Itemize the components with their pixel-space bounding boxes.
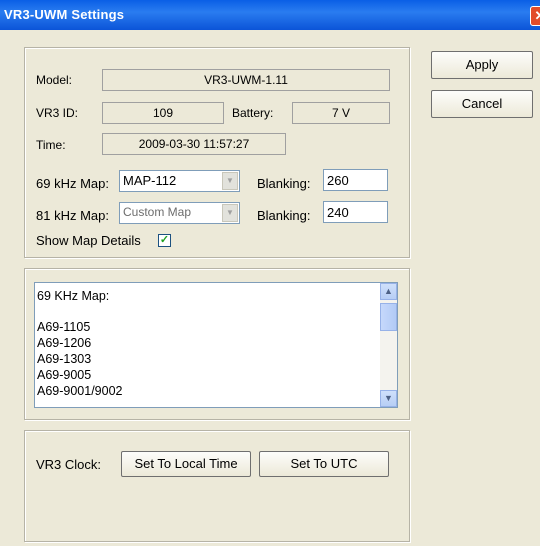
list-item: A69-1105 bbox=[37, 320, 91, 334]
show-map-details-checkbox[interactable]: ✓ bbox=[158, 234, 171, 247]
map-69-value: MAP-112 bbox=[123, 173, 177, 188]
close-icon[interactable]: ✕ bbox=[530, 6, 540, 26]
blanking-69-label: Blanking: bbox=[257, 176, 311, 191]
model-value: VR3-UWM-1.11 bbox=[102, 69, 390, 91]
map-81-label: 81 kHz Map: bbox=[36, 208, 109, 223]
blanking-81-input[interactable]: 240 bbox=[323, 201, 388, 223]
checkmark-icon: ✓ bbox=[159, 234, 170, 246]
chevron-down-icon[interactable]: ▼ bbox=[222, 172, 238, 190]
chevron-down-icon[interactable]: ▼ bbox=[222, 204, 238, 222]
set-to-local-time-button[interactable]: Set To Local Time bbox=[121, 451, 251, 477]
vr3-id-value: 109 bbox=[102, 102, 224, 124]
time-value: 2009-03-30 11:57:27 bbox=[102, 133, 286, 155]
show-map-details-label: Show Map Details bbox=[36, 233, 141, 248]
cancel-button[interactable]: Cancel bbox=[431, 90, 533, 118]
vr3-id-label: VR3 ID: bbox=[36, 106, 79, 120]
vertical-scrollbar[interactable]: ▲ ▼ bbox=[380, 283, 397, 407]
battery-label: Battery: bbox=[232, 106, 274, 120]
title-bar[interactable]: VR3-UWM Settings bbox=[0, 0, 540, 30]
list-item: A69-1206 bbox=[37, 336, 92, 350]
settings-window: VR3-UWM Settings ✕ Model: VR3-UWM-1.11 V… bbox=[0, 0, 540, 546]
map-81-select[interactable]: Custom Map ▼ bbox=[119, 202, 240, 224]
set-to-utc-button[interactable]: Set To UTC bbox=[259, 451, 389, 477]
scroll-down-icon[interactable]: ▼ bbox=[380, 390, 397, 407]
list-item: 69 KHz Map: bbox=[37, 289, 110, 303]
vr3-clock-label: VR3 Clock: bbox=[36, 457, 102, 472]
scroll-up-icon[interactable]: ▲ bbox=[380, 283, 397, 300]
map-details-list[interactable]: 69 KHz Map: A69-1105 A69-1206 A69-1303 A… bbox=[34, 282, 398, 408]
map-81-value: Custom Map bbox=[123, 205, 192, 219]
map-69-select[interactable]: MAP-112 ▼ bbox=[119, 170, 240, 192]
scroll-thumb[interactable] bbox=[380, 303, 397, 331]
list-item: A69-9001/9002 bbox=[37, 384, 123, 398]
model-label: Model: bbox=[36, 73, 73, 87]
list-item: A69-9005 bbox=[37, 368, 92, 382]
clock-group bbox=[24, 430, 410, 542]
map-69-label: 69 kHz Map: bbox=[36, 176, 109, 191]
blanking-81-label: Blanking: bbox=[257, 208, 311, 223]
blanking-69-input[interactable]: 260 bbox=[323, 169, 388, 191]
window-title: VR3-UWM Settings bbox=[4, 7, 125, 22]
time-label: Time: bbox=[36, 138, 66, 152]
battery-value: 7 V bbox=[292, 102, 390, 124]
apply-button[interactable]: Apply bbox=[431, 51, 533, 79]
list-item: A69-1303 bbox=[37, 352, 92, 366]
